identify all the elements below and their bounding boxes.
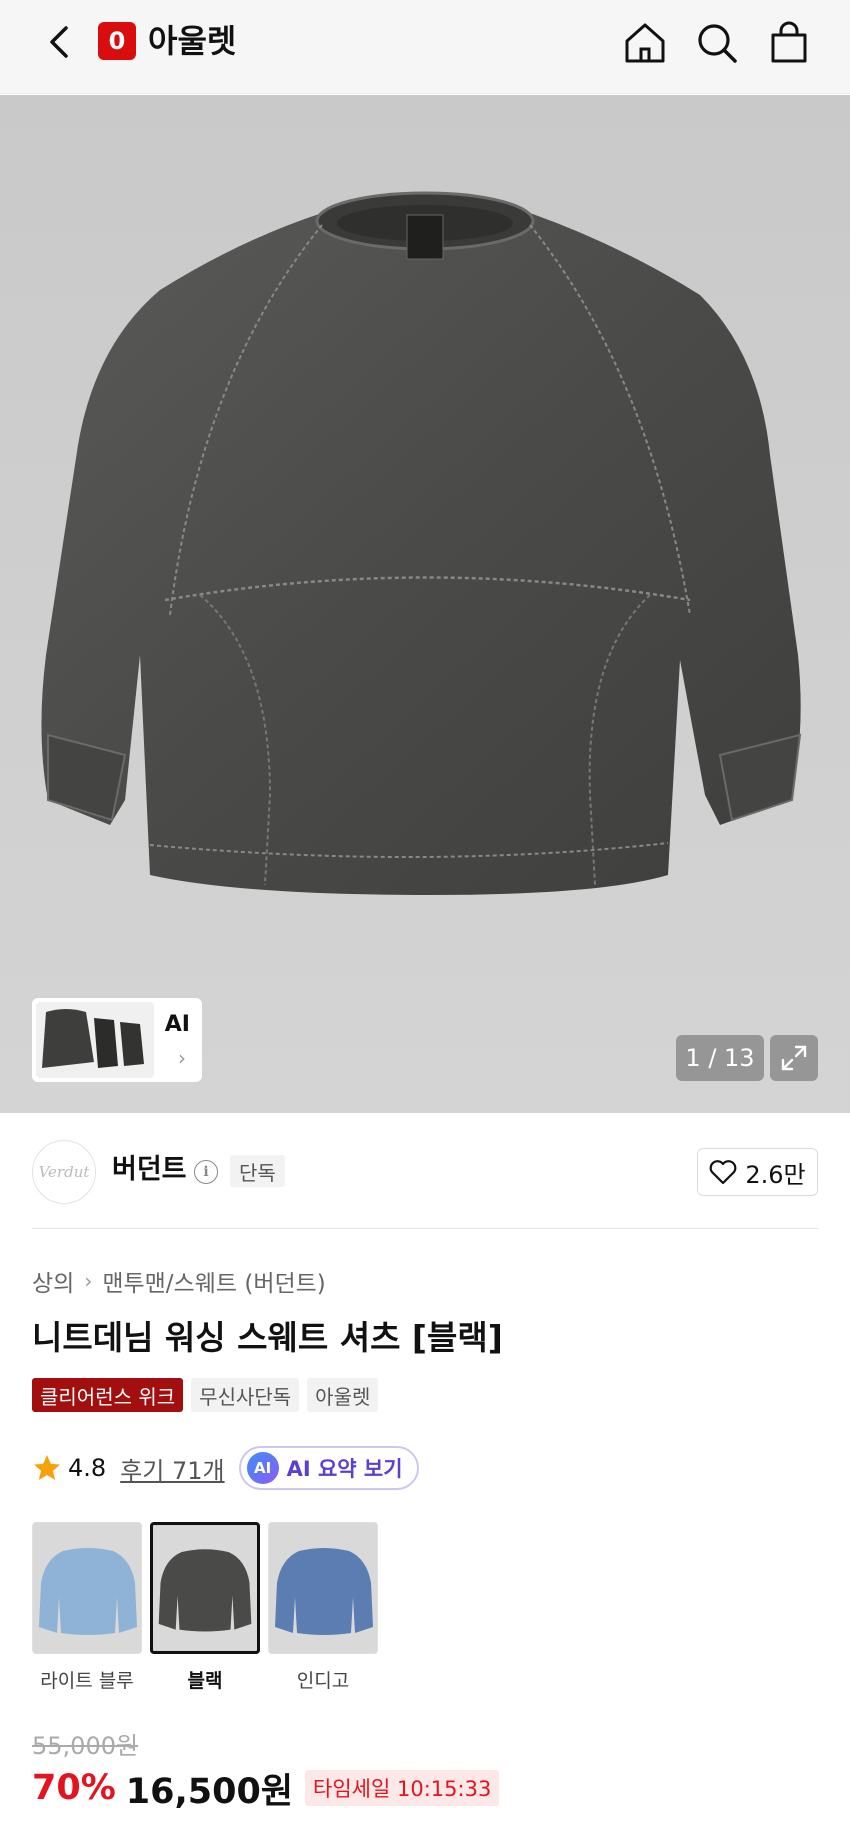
rating-row: 4.8 후기 71개 AI AI 요약 보기 — [32, 1446, 419, 1490]
color-name: 블랙 — [187, 1670, 223, 1692]
shopping-bag-icon — [771, 21, 807, 63]
breadcrumb-subcategory[interactable]: 맨투맨/스웨트 (버던트) — [102, 1264, 325, 1298]
swatch-image — [268, 1522, 378, 1654]
sale-price: 16,500원 — [125, 1771, 294, 1812]
like-button[interactable]: 2.6만 — [697, 1148, 818, 1196]
ai-thumbnail-preview[interactable]: AI › — [32, 998, 202, 1082]
breadcrumb: 상의 › 맨투맨/스웨트 (버던트) — [32, 1264, 326, 1298]
color-name: 라이트 블루 — [40, 1670, 134, 1692]
product-title: 니트데님 워싱 스웨트 셔츠 [블랙] — [32, 1318, 503, 1357]
color-options: 라이트 블루 블랙 인디고 — [32, 1522, 378, 1693]
star-icon — [34, 1455, 60, 1480]
exclusive-badge: 단독 — [230, 1155, 285, 1187]
color-option-indigo[interactable]: 인디고 — [268, 1522, 378, 1693]
tag-exclusive: 무신사단독 — [191, 1378, 300, 1412]
discount-rate: 70% — [32, 1768, 116, 1808]
divider — [32, 1228, 818, 1229]
breadcrumb-category[interactable]: 상의 — [32, 1264, 74, 1298]
info-icon[interactable]: i — [194, 1160, 218, 1184]
swatch-image — [32, 1522, 142, 1654]
rating-score: 4.8 — [68, 1454, 107, 1482]
heart-icon — [709, 1160, 737, 1185]
product-image — [41, 191, 802, 895]
like-count: 2.6만 — [745, 1160, 806, 1189]
image-counter: 1 / 13 — [676, 1035, 764, 1081]
chevron-right-icon: › — [178, 1046, 186, 1070]
chevron-right-icon: › — [84, 1269, 93, 1293]
home-icon — [625, 23, 665, 63]
search-button[interactable] — [692, 18, 742, 68]
fullscreen-button[interactable] — [770, 1035, 818, 1081]
home-button[interactable] — [620, 18, 670, 68]
back-button[interactable] — [38, 20, 82, 64]
back-icon — [50, 26, 68, 58]
ai-label: AI — [164, 1012, 190, 1037]
reviews-link[interactable]: 후기 71개 — [120, 1451, 224, 1486]
product-image-gallery[interactable]: AI › 1 / 13 — [0, 95, 850, 1113]
original-price: 55,000원 — [32, 1732, 139, 1760]
thumbnail-images — [36, 1002, 154, 1078]
color-option-black[interactable]: 블랙 — [150, 1522, 260, 1693]
color-option-light-blue[interactable]: 라이트 블루 — [32, 1522, 142, 1693]
expand-icon — [781, 1045, 807, 1071]
cart-button[interactable] — [764, 18, 814, 68]
top-app-bar: 0 아울렛 — [0, 0, 850, 94]
app-title: 아울렛 — [148, 22, 237, 60]
swatch-image — [150, 1522, 260, 1654]
ai-summary-label: AI 요약 보기 — [286, 1457, 403, 1481]
tag-clearance: 클리어런스 위크 — [32, 1378, 184, 1412]
product-tags: 클리어런스 위크 무신사단독 아울렛 — [32, 1378, 379, 1412]
timesale-badge: 타임세일 10:15:33 — [305, 1770, 500, 1806]
brand-logo[interactable]: Verdut — [32, 1140, 96, 1204]
outlet-logo[interactable]: 0 — [98, 22, 136, 60]
color-name: 인디고 — [296, 1670, 350, 1692]
price-row: 70% 16,500원 타임세일 10:15:33 — [32, 1764, 500, 1812]
search-icon — [698, 24, 737, 63]
brand-name[interactable]: 버던트 — [112, 1152, 187, 1188]
ai-summary-button[interactable]: AI AI 요약 보기 — [238, 1446, 419, 1490]
tag-outlet: 아울렛 — [307, 1378, 379, 1412]
ai-icon: AI — [246, 1452, 279, 1484]
